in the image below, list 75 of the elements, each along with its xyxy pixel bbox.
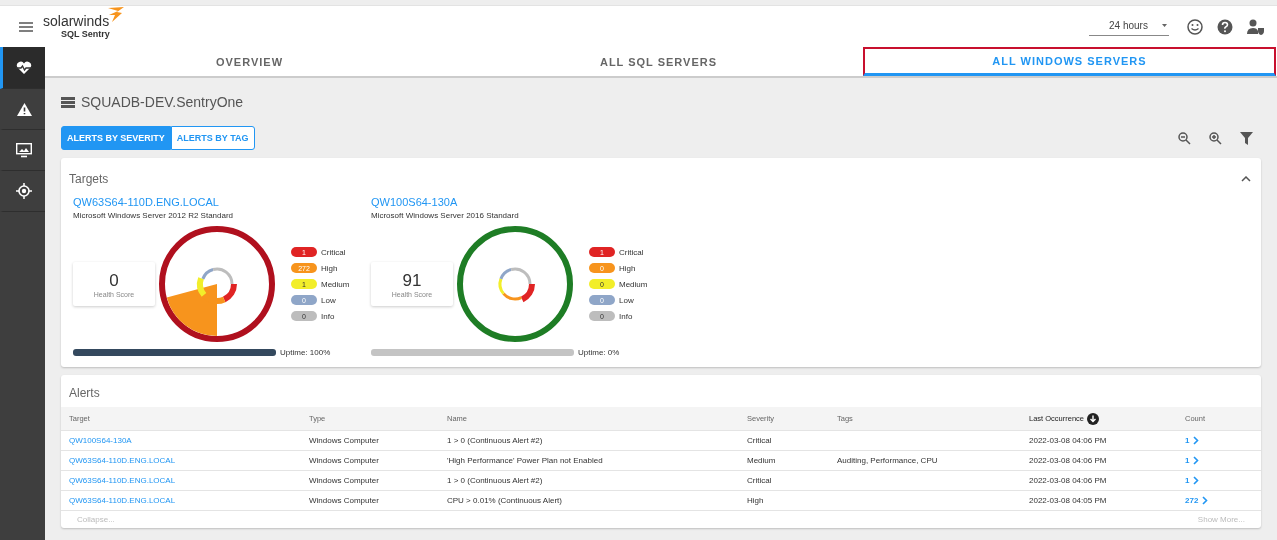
target-link[interactable]: QW63S64-110D.ENG.LOCAL xyxy=(73,196,357,208)
warning-icon xyxy=(16,102,32,116)
uptime-label: Uptime: 0% xyxy=(578,348,620,357)
target-link[interactable]: QW63S64-110D.ENG.LOCAL xyxy=(69,456,176,465)
severity-label: High xyxy=(321,263,338,273)
page-title: SQUADB-DEV.SentryOne xyxy=(81,94,244,110)
table-cell: Windows Computer xyxy=(309,476,379,485)
crosshair-icon xyxy=(16,183,32,199)
chevron-right-icon xyxy=(1193,476,1200,485)
tab[interactable]: ALL SQL SERVERS xyxy=(454,47,863,76)
severity-label: Medium xyxy=(619,279,648,289)
count-link[interactable]: 1 xyxy=(1185,476,1200,485)
target-link[interactable]: QW100S64-130A xyxy=(371,196,655,208)
show-more-link[interactable]: Show More... xyxy=(1197,515,1245,524)
menu-icon[interactable] xyxy=(19,21,33,32)
uptime-label: Uptime: 100% xyxy=(280,348,331,357)
table-cell: Windows Computer xyxy=(309,456,379,465)
count-link[interactable]: 1 xyxy=(1185,456,1200,465)
panel-title: Alerts xyxy=(69,386,100,400)
table-cell: Critical xyxy=(747,476,772,485)
server-icon xyxy=(61,96,75,108)
view-toggle-button[interactable]: ALERTS BY SEVERITY xyxy=(61,126,171,150)
tab[interactable]: OVERVIEW xyxy=(45,47,454,76)
severity-label: Critical xyxy=(321,247,346,257)
logo-product: SQL Sentry xyxy=(61,30,110,39)
sort-descending-icon[interactable] xyxy=(1087,412,1100,425)
table-cell: Auditing, Performance, CPU xyxy=(837,456,938,465)
table-cell: Medium xyxy=(747,456,776,465)
caret-icon xyxy=(1161,23,1167,28)
tab[interactable]: ALL WINDOWS SERVERS xyxy=(863,47,1276,76)
zoom-in-icon[interactable] xyxy=(1209,131,1222,145)
table-cell: 1 > 0 (Continuous Alert #2) xyxy=(447,476,543,485)
panel-title: Targets xyxy=(69,172,109,186)
severity-label: Critical xyxy=(619,247,644,257)
table-cell: High xyxy=(747,496,764,505)
table-cell: 2022-03-08 04:06 PM xyxy=(1029,436,1107,445)
severity-label: High xyxy=(619,263,636,273)
target-link[interactable]: QW100S64-130A xyxy=(69,436,132,445)
table-cell: Windows Computer xyxy=(309,496,379,505)
zoom-out-icon[interactable] xyxy=(1178,131,1191,145)
severity-label: Medium xyxy=(321,279,350,289)
count-link[interactable]: 272 xyxy=(1185,496,1209,505)
logo-name: solarwinds xyxy=(43,14,110,28)
table-cell: Windows Computer xyxy=(309,436,379,445)
time-range-dropdown[interactable]: 24 hours xyxy=(1089,17,1169,36)
health-score-value: 91 xyxy=(402,270,422,291)
chevron-right-icon xyxy=(1193,436,1200,445)
monitor-icon xyxy=(16,142,32,158)
count-link[interactable]: 1 xyxy=(1185,436,1200,445)
table-cell: CPU > 0.01% (Continuous Alert) xyxy=(447,496,562,505)
smiley-icon[interactable] xyxy=(1187,18,1203,35)
help-icon[interactable] xyxy=(1217,18,1233,35)
table-cell: 2022-03-08 04:05 PM xyxy=(1029,496,1107,505)
heartbeat-icon xyxy=(16,60,32,75)
target-link[interactable]: QW63S64-110D.ENG.LOCAL xyxy=(69,496,176,505)
table-cell: 2022-03-08 04:06 PM xyxy=(1029,456,1107,465)
health-score-value: 0 xyxy=(109,270,119,291)
chevron-right-icon xyxy=(1202,496,1209,505)
severity-label: Info xyxy=(619,311,633,321)
os-label: Microsoft Windows Server 2016 Standard xyxy=(371,211,520,220)
table-cell: 1 > 0 (Continuous Alert #2) xyxy=(447,436,543,445)
severity-label: Info xyxy=(321,311,335,321)
sidebar-item[interactable] xyxy=(0,47,45,89)
target-link[interactable]: QW63S64-110D.ENG.LOCAL xyxy=(69,476,176,485)
user-shield-icon[interactable] xyxy=(1247,18,1265,35)
view-toggle-button[interactable]: ALERTS BY TAG xyxy=(170,126,255,150)
table-cell: 2022-03-08 04:06 PM xyxy=(1029,476,1107,485)
chevron-right-icon xyxy=(1193,456,1200,465)
severity-label: Low xyxy=(321,295,336,305)
severity-label: Low xyxy=(619,295,634,305)
filter-icon[interactable] xyxy=(1240,131,1253,145)
chevron-up-icon[interactable] xyxy=(1241,176,1251,182)
os-label: Microsoft Windows Server 2012 R2 Standard xyxy=(73,211,235,220)
table-cell: 'High Performance' Power Plan not Enabled xyxy=(447,456,603,465)
table-cell: Critical xyxy=(747,436,772,445)
